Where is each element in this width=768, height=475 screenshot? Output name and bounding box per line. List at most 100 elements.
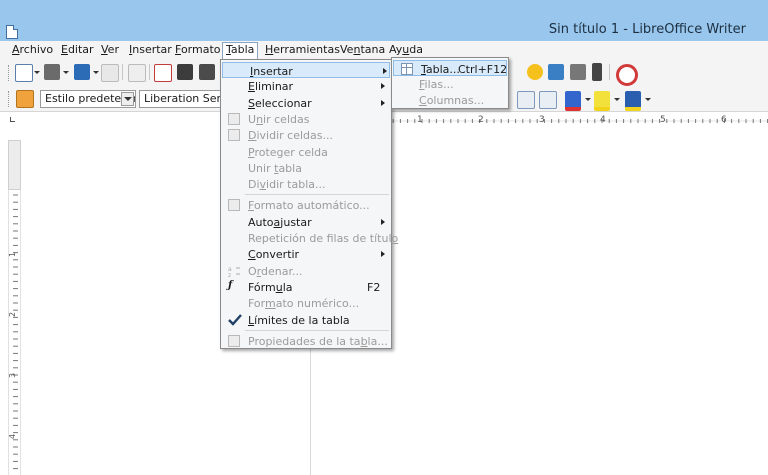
vertical-ruler-ticks (13, 194, 18, 470)
label-part: la... (367, 334, 388, 348)
accelerator-key: o (391, 232, 399, 245)
label-part: onvertir (255, 248, 300, 262)
help-icon[interactable] (616, 64, 638, 86)
label-part: Di (248, 178, 260, 192)
templates-icon[interactable] (44, 64, 60, 80)
menu-tabla[interactable]: Tabla (222, 42, 259, 59)
label-part: justar (280, 215, 312, 229)
submenu-arrow-icon (381, 218, 385, 225)
menu-insertar[interactable]: Insertar (129, 43, 172, 56)
menu-item-ordenar[interactable]: a z Ordenar... (221, 263, 391, 279)
menu-item-insertar[interactable]: Insertar (222, 62, 390, 78)
styles-icon[interactable] (16, 90, 34, 108)
label-part: eleccionar (254, 96, 312, 110)
merge-cells-icon (228, 112, 240, 125)
menu-item-label: Límites de la tabla (248, 314, 350, 327)
save-dropdown-icon[interactable] (93, 71, 99, 74)
menu-item-propiedades-de-la-tabla[interactable]: Propiedades de la tabla... (221, 333, 391, 349)
ruler-number: 3 (539, 115, 545, 125)
highlighting-dropdown-icon[interactable] (614, 98, 620, 101)
decrease-indent-icon[interactable] (517, 91, 535, 109)
accelerator-key: u (275, 280, 283, 294)
menu-ayuda[interactable]: Ayuda (389, 43, 423, 56)
submenu-item-columnas[interactable]: Columnas... (392, 92, 508, 108)
export-pdf-icon[interactable] (154, 64, 172, 82)
menu-ventana[interactable]: Ventana (340, 43, 385, 56)
writer-document-icon (6, 25, 18, 39)
menu-item-eliminar[interactable]: Eliminar (221, 78, 391, 94)
submenu-arrow-icon (383, 68, 387, 74)
data-sources-icon[interactable] (570, 64, 586, 80)
label-part: tana (360, 43, 386, 56)
menu-item-proteger-celda[interactable]: Proteger celda (221, 144, 391, 160)
label-part: ato numérico... (275, 297, 360, 311)
email-icon[interactable] (101, 64, 119, 82)
background-color-icon[interactable] (625, 91, 641, 111)
font-color-dropdown-icon[interactable] (585, 98, 591, 101)
menu-formato[interactable]: Formato (175, 43, 221, 56)
print-preview-icon[interactable] (199, 64, 215, 80)
font-name-combobox[interactable]: Liberation Serif (139, 90, 223, 108)
menu-herramientas[interactable]: Herramientas (265, 43, 340, 56)
menu-item-convertir[interactable]: Convertir (221, 246, 391, 262)
accelerator-key: E (248, 80, 255, 94)
toolbar-grip[interactable] (8, 65, 12, 81)
open-dropdown-icon[interactable] (63, 71, 69, 74)
label-part: U (248, 112, 257, 126)
menu-item-label: Eliminar (248, 80, 293, 93)
label-part: denar... (261, 264, 303, 278)
menu-item-label: Autoajustar (248, 216, 312, 229)
shortcut-label: Ctrl+F12 (458, 63, 508, 76)
submenu-item-tabla[interactable]: Tabla... Ctrl+F12 (393, 60, 507, 76)
print-icon[interactable] (177, 64, 193, 80)
insertar-submenu: Tabla... Ctrl+F12 Filas... Columnas... (391, 57, 509, 109)
submenu-arrow-icon (381, 83, 385, 90)
checkmark-icon (228, 313, 242, 326)
new-document-icon[interactable] (15, 64, 33, 82)
menu-item-unir-celdas[interactable]: Unir celdas (221, 111, 391, 127)
label-part: nsertar (132, 43, 172, 56)
label-part: ormato automático... (253, 199, 370, 213)
increase-indent-icon[interactable] (539, 91, 557, 109)
menu-item-formato-automático[interactable]: Formato automático... (221, 197, 391, 213)
menu-item-dividir-tabla[interactable]: Dividir tabla... (221, 176, 391, 192)
tab-stop-icon[interactable] (10, 117, 15, 122)
save-icon[interactable] (74, 64, 90, 80)
menu-archivo[interactable]: Archivo (12, 43, 53, 56)
font-color-icon[interactable] (565, 91, 581, 111)
label-part: Fórm (248, 280, 276, 294)
menu-item-fórmula[interactable]: ƒ Fórmula F2 (221, 279, 391, 295)
chevron-down-icon[interactable] (121, 92, 134, 106)
edit-mode-icon[interactable] (128, 64, 146, 82)
menu-ver[interactable]: Ver (101, 43, 119, 56)
label-part: idir tabla... (266, 178, 326, 192)
menu-item-label: Dividir tabla... (248, 178, 325, 191)
menu-item-label: Fórmula (248, 281, 293, 294)
menu-item-autoajustar[interactable]: Autoajustar (221, 214, 391, 230)
background-color-dropdown-icon[interactable] (645, 98, 651, 101)
menu-editar[interactable]: Editar (61, 43, 94, 56)
accelerator-key: E (61, 43, 68, 56)
vertical-ruler[interactable]: 1 2 3 4 (8, 140, 21, 475)
menu-item-dividir-celdas[interactable]: Dividir celdas... (221, 127, 391, 143)
menu-item-límites-de-la-tabla[interactable]: Límites de la tabla (221, 312, 391, 328)
menu-item-label: Columnas... (419, 94, 484, 107)
new-dropdown-icon[interactable] (34, 71, 40, 74)
menu-bar: Archivo Editar Ver Insertar Formato Tabla Herr… (0, 41, 768, 59)
label-part: Ay (389, 43, 403, 56)
menu-item-unir-tabla[interactable]: Unir tabla (221, 160, 391, 176)
gallery-icon[interactable] (548, 64, 564, 80)
toolbar-grip[interactable] (8, 91, 12, 107)
menu-item-label: Formato automático... (248, 199, 370, 212)
submenu-item-filas[interactable]: Filas... (392, 76, 508, 92)
formatting-marks-icon[interactable] (592, 63, 602, 81)
highlighting-icon[interactable] (594, 91, 610, 111)
menu-item-repetición-de-filas-de-título[interactable]: Repetición de filas de título (221, 230, 398, 246)
navigator-icon[interactable] (527, 64, 543, 80)
menu-item-seleccionar[interactable]: Seleccionar (221, 95, 391, 111)
ruler-number: 4 (8, 433, 18, 440)
menu-item-label: Repetición de filas de título (248, 232, 398, 245)
menu-item-label: Proteger celda (248, 146, 328, 159)
label-part: ormato (180, 43, 221, 56)
menu-item-formato-numérico[interactable]: Formato numérico... (221, 295, 391, 311)
